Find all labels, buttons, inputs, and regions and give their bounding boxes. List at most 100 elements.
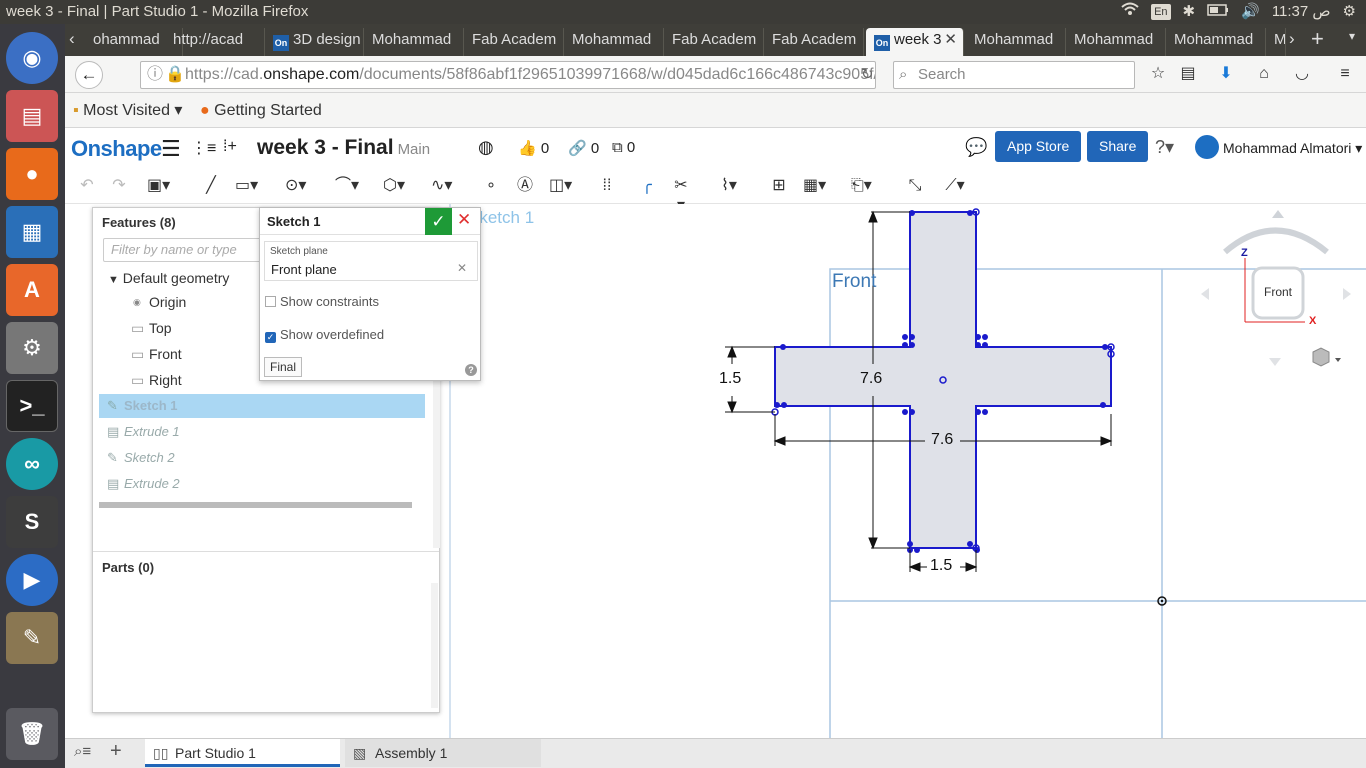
browser-tab[interactable]: Mohammad <box>364 28 464 56</box>
help-icon[interactable]: ?▾ <box>1155 137 1174 158</box>
wifi-icon[interactable] <box>1121 0 1139 24</box>
links[interactable]: 🔗 0 <box>568 139 599 157</box>
firefox-icon[interactable]: ● <box>6 148 58 200</box>
final-button[interactable]: Final <box>264 357 303 377</box>
avatar[interactable] <box>1195 135 1219 159</box>
home-icon[interactable]: ⌂ <box>1254 64 1274 84</box>
polygon-icon[interactable]: ⬡▾ <box>383 176 405 196</box>
stem-width-dimension[interactable]: 1.5 <box>930 557 952 575</box>
tab-scroll-right-icon[interactable]: › <box>1289 29 1295 49</box>
trim-icon[interactable]: ✂▾ <box>671 176 691 214</box>
clear-plane-icon[interactable]: ✕ <box>457 261 467 275</box>
version-graph-icon[interactable]: ⋮≡ <box>191 138 216 158</box>
view-cube-face-label[interactable]: Front <box>1264 285 1292 299</box>
downloads-icon[interactable]: ⬇ <box>1216 64 1236 84</box>
back-icon[interactable]: ← <box>75 61 103 89</box>
redo-icon[interactable]: ↷ <box>109 176 129 196</box>
text-icon[interactable]: Ⓐ <box>515 176 535 196</box>
rectangle-icon[interactable]: ▭▾ <box>235 176 258 196</box>
arduino-icon[interactable]: ∞ <box>6 438 58 490</box>
bookmark-star-icon[interactable]: ☆ <box>1148 64 1168 84</box>
cancel-x-icon[interactable]: ✕ <box>457 210 471 230</box>
onshape-logo[interactable]: Onshape <box>71 136 162 162</box>
comment-icon[interactable]: 💬 <box>965 137 987 158</box>
browser-tab[interactable]: Fab Academ <box>764 28 864 56</box>
line-icon[interactable]: ╱ <box>201 176 221 196</box>
reload-icon[interactable]: ↻ <box>861 65 874 83</box>
user-menu[interactable]: Mohammad Almatori ▾ <box>1223 140 1362 157</box>
writer-icon[interactable]: ▦ <box>6 206 58 258</box>
help-icon[interactable]: ? <box>465 364 477 376</box>
close-tab-icon[interactable]: ✕ <box>944 28 957 52</box>
menu-icon[interactable]: ≡ <box>1335 64 1355 84</box>
gimp-icon[interactable]: ✎ <box>6 612 58 664</box>
files-icon[interactable]: ▤ <box>6 90 58 142</box>
dxf-import-icon[interactable]: ⎗▾ <box>851 176 872 196</box>
search-input[interactable]: ⌕ Search <box>893 61 1135 89</box>
add-tab-icon[interactable]: + <box>110 740 122 763</box>
volume-icon[interactable]: 🔊 <box>1241 0 1260 24</box>
trash-icon[interactable]: 🗑 <box>6 708 58 760</box>
sketch-plane-field[interactable]: Sketch plane Front plane ✕ <box>264 241 478 281</box>
sketch-new-icon[interactable]: ▣▾ <box>147 176 170 196</box>
confirm-check-icon[interactable]: ✓ <box>425 208 452 235</box>
media-player-icon[interactable]: ▶ <box>6 554 58 606</box>
bluetooth-icon[interactable]: ✱ <box>1183 0 1196 24</box>
reading-list-icon[interactable]: ▤ <box>1178 64 1198 84</box>
info-icon[interactable]: ⓘ <box>147 62 163 88</box>
constraint-icon[interactable]: ⟋▾ <box>945 176 965 196</box>
mirror-icon[interactable]: ⊞ <box>769 176 789 196</box>
show-overdefined-row[interactable]: ✓ Show overdefined <box>265 327 384 343</box>
tab-assembly-1[interactable]: ▧ Assembly 1 <box>345 739 541 767</box>
url-bar[interactable]: ⓘ 🔒 https://cad.onshape.com/documents/58… <box>140 61 876 89</box>
width-dimension[interactable]: 7.6 <box>931 431 953 449</box>
circle-icon[interactable]: ⊙▾ <box>285 176 306 196</box>
getting-started-bookmark[interactable]: ● Getting Started <box>200 93 322 128</box>
rollback-bar[interactable] <box>99 502 412 508</box>
fillet-icon[interactable]: ╭ <box>637 176 657 196</box>
browser-tab[interactable]: Fab Academ <box>664 28 764 56</box>
tab-list-icon[interactable]: ▾ <box>1349 29 1355 43</box>
browser-tab[interactable]: Fab Academ <box>464 28 564 56</box>
browser-tab[interactable]: Mohammad <box>1066 28 1166 56</box>
construction-icon[interactable]: ⁞⁞ <box>597 176 617 196</box>
sublime-icon[interactable]: S <box>6 496 58 548</box>
hamburger-icon[interactable]: ☰ <box>161 136 181 162</box>
spline-icon[interactable]: ∿▾ <box>431 176 452 196</box>
keyboard-language[interactable]: En <box>1151 4 1171 20</box>
settings-icon[interactable]: ⚙ <box>6 322 58 374</box>
pocket-icon[interactable]: ◡ <box>1292 64 1312 84</box>
offset-icon[interactable]: ⌇▾ <box>719 176 739 196</box>
share-button[interactable]: Share <box>1087 131 1149 162</box>
document-title[interactable]: week 3 - Final Main <box>257 136 430 160</box>
arc-icon[interactable]: ⌒▾ <box>335 176 359 196</box>
browser-tab[interactable]: Mohammad <box>966 28 1066 56</box>
pattern-icon[interactable]: ▦▾ <box>803 176 826 196</box>
feature-item-extrude-2[interactable]: ▤ Extrude 2 <box>99 472 425 496</box>
ubuntu-dash-icon[interactable]: ◉ <box>6 32 58 84</box>
likes[interactable]: 👍 0 <box>518 139 549 157</box>
parts-scrollbar[interactable] <box>431 583 438 708</box>
show-constraints-row[interactable]: Show constraints <box>265 294 379 309</box>
software-center-icon[interactable]: A <box>6 264 58 316</box>
point-icon[interactable]: ∘ <box>481 176 501 196</box>
feature-item-sketch-2[interactable]: ✎ Sketch 2 <box>99 446 425 470</box>
tab-manager-icon[interactable]: ⌕≡ <box>74 743 91 760</box>
browser-tab[interactable]: Mohammad <box>1166 28 1266 56</box>
globe-icon[interactable]: ◍ <box>478 137 494 158</box>
browser-tab[interactable]: On 3D design <box>265 28 364 56</box>
app-store-button[interactable]: App Store <box>995 131 1082 162</box>
feature-item-sketch-1[interactable]: ✎ Sketch 1 <box>99 394 425 418</box>
show-constraints-checkbox[interactable] <box>265 296 276 307</box>
terminal-icon[interactable]: >_ <box>6 380 58 432</box>
clock[interactable]: 11:37 ص <box>1272 0 1331 24</box>
tab-part-studio-1[interactable]: ▯▯ Part Studio 1 <box>145 739 340 767</box>
copies[interactable]: ⧉ 0 <box>612 139 635 156</box>
dimension-icon[interactable]: ⤡ <box>905 176 925 196</box>
thickness-dimension[interactable]: 1.5 <box>719 370 741 388</box>
height-dimension[interactable]: 7.6 <box>860 370 882 388</box>
insert-icon[interactable]: ⁞+ <box>223 138 237 156</box>
browser-tab[interactable]: Mohammad <box>564 28 664 56</box>
parts-header[interactable]: Parts (0) <box>102 560 154 575</box>
browser-tab[interactable]: M <box>1266 28 1286 56</box>
